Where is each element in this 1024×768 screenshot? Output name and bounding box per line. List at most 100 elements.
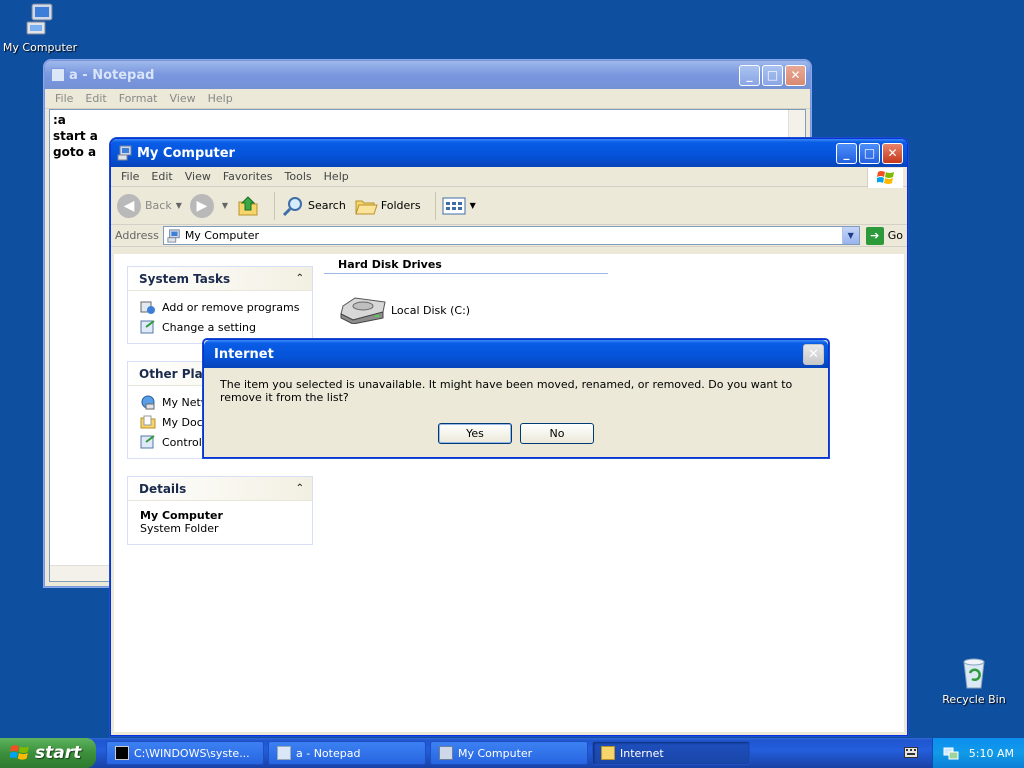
notepad-titlebar[interactable]: a - Notepad _ □ ✕ [45,61,810,89]
address-input[interactable]: My Computer ▼ [162,226,860,245]
dialog-message: The item you selected is unavailable. It… [220,378,793,404]
taskbar-button-notepad[interactable]: a - Notepad [268,741,426,765]
search-icon [282,196,303,216]
vertical-scrollbar[interactable] [788,110,805,138]
taskbar-button-cmd[interactable]: C:\WINDOWS\syste... [106,741,264,765]
task-add-remove-programs[interactable]: Add or remove programs [140,297,302,317]
window-title: a - Notepad [69,67,155,83]
menu-favorites[interactable]: Favorites [217,170,279,183]
back-arrow-icon: ◀ [117,193,141,218]
dialog-close-button[interactable]: ✕ [803,343,824,365]
folders-button[interactable]: Folders [354,194,421,218]
my-computer-icon [167,228,180,243]
go-arrow-icon: ➔ [865,226,884,245]
details-panel: Details ⌃ My Computer System Folder [127,476,313,545]
views-button[interactable]: ▼ [442,196,476,216]
chevron-down-icon[interactable]: ▼ [222,201,228,210]
my-computer-menubar: File Edit View Favorites Tools Help [111,167,907,188]
system-tray: 5:10 AM [932,738,1024,768]
system-tasks-header[interactable]: System Tasks ⌃ [128,267,312,290]
chevron-down-icon[interactable]: ▼ [176,201,182,210]
menu-view[interactable]: View [164,92,202,105]
taskbar-button-label: Internet [620,746,664,760]
menu-file[interactable]: File [49,92,79,105]
notepad-icon [51,68,65,82]
taskbar-button-label: a - Notepad [296,746,361,760]
desktop-icon-recycle-bin[interactable]: Recycle Bin [934,656,1014,706]
taskbar-button-label: C:\WINDOWS\syste... [134,746,250,760]
details-name: My Computer [140,509,223,522]
start-button[interactable]: start [0,738,96,768]
my-computer-icon [117,145,132,161]
keyboard-icon[interactable] [904,747,918,758]
windows-logo-icon [10,745,29,760]
menu-format[interactable]: Format [113,92,164,105]
back-button[interactable]: ◀ Back ▼ [117,193,182,218]
forward-button[interactable]: ▶ ▼ [189,193,228,218]
maximize-button[interactable]: □ [859,142,880,164]
menu-help[interactable]: Help [318,170,355,183]
views-icon [442,197,466,214]
drive-local-disk-c[interactable]: Local Disk (C:) [339,296,470,324]
network-tray-icon[interactable] [943,745,959,761]
yes-button[interactable]: Yes [438,423,512,444]
control-panel-icon [140,435,155,449]
start-label: start [35,743,82,763]
system-tasks-panel: System Tasks ⌃ Add or remove programs Ch… [127,266,313,344]
task-label: Change a setting [162,320,256,334]
folders-icon [355,200,378,214]
task-pane: System Tasks ⌃ Add or remove programs Ch… [114,254,324,732]
add-remove-programs-icon [140,301,155,314]
address-dropdown-button[interactable]: ▼ [841,227,859,244]
forward-arrow-icon: ▶ [189,193,214,218]
panel-title: System Tasks [139,271,231,286]
dialog-title: Internet [214,346,274,362]
my-documents-icon [140,415,156,429]
details-header[interactable]: Details ⌃ [128,477,312,500]
toolbar-separator [274,191,276,220]
details-body: My Computer System Folder [128,500,312,544]
network-places-icon [141,395,155,410]
clock[interactable]: 5:10 AM [969,747,1014,760]
minimize-button[interactable]: _ [739,64,760,86]
collapse-chevron-icon[interactable]: ⌃ [296,483,304,494]
dialog-buttons: Yes No [204,423,828,444]
maximize-button[interactable]: □ [762,64,783,86]
hard-disk-icon [340,297,386,324]
standard-toolbar: ◀ Back ▼ ▶ ▼ Search Folders ▼ [111,187,907,225]
minimize-button[interactable]: _ [836,142,857,164]
desktop-icon-label: My Computer [2,41,78,54]
address-value: My Computer [184,229,259,242]
go-button[interactable]: ➔ Go [865,226,903,245]
close-button[interactable]: ✕ [785,64,806,86]
menu-tools[interactable]: Tools [279,170,318,183]
system-tasks-body: Add or remove programs Change a setting [128,290,312,343]
desktop-icon-my-computer[interactable]: My Computer [0,2,80,54]
dialog-titlebar[interactable]: Internet ✕ [204,340,828,368]
search-button[interactable]: Search [281,194,346,218]
up-folder-button[interactable] [236,194,260,218]
menu-edit[interactable]: Edit [79,92,112,105]
task-label: Add or remove programs [162,300,300,314]
folders-label: Folders [380,199,421,212]
menu-help[interactable]: Help [202,92,239,105]
menu-view[interactable]: View [179,170,217,183]
internet-dialog: Internet ✕ The item you selected is unav… [203,339,829,458]
my-computer-titlebar[interactable]: My Computer _ □ ✕ [111,139,907,167]
menu-edit[interactable]: Edit [145,170,178,183]
my-computer-icon [26,3,53,35]
collapse-chevron-icon[interactable]: ⌃ [296,273,304,284]
back-label: Back [145,199,172,212]
go-label: Go [887,229,903,242]
address-label: Address [115,229,159,242]
explorer-content: System Tasks ⌃ Add or remove programs Ch… [114,254,904,732]
no-button[interactable]: No [520,423,594,444]
close-button[interactable]: ✕ [882,142,903,164]
drive-label: Local Disk (C:) [391,303,471,317]
recycle-bin-icon [963,658,985,689]
task-change-setting[interactable]: Change a setting [140,317,302,337]
menu-file[interactable]: File [115,170,145,183]
search-label: Search [308,199,346,212]
taskbar-button-internet[interactable]: Internet [592,741,750,765]
taskbar-button-my-computer[interactable]: My Computer [430,741,588,765]
